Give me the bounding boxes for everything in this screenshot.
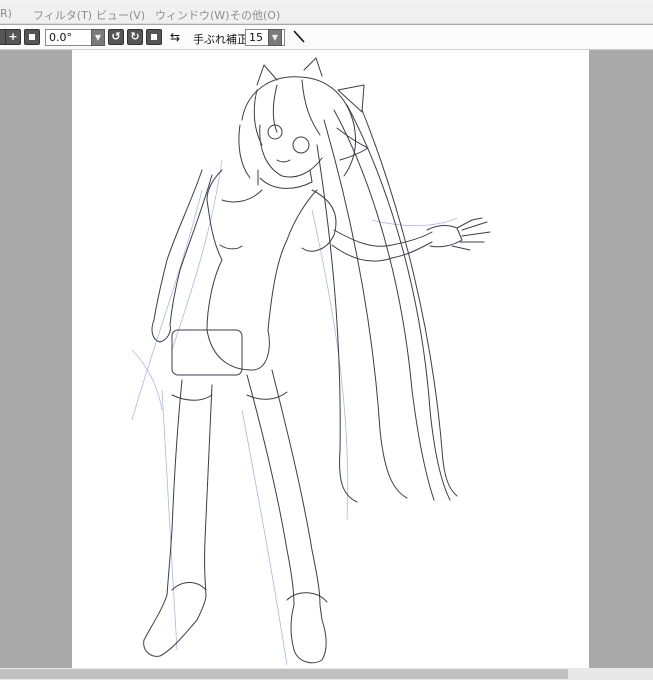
line-pen-icon[interactable] — [291, 29, 307, 45]
workspace-right-edge — [647, 50, 653, 668]
reset-rotation-button[interactable] — [146, 29, 162, 45]
square-icon — [29, 34, 35, 40]
rotation-dropdown-button[interactable]: ▼ — [91, 29, 105, 46]
drawing-canvas[interactable] — [72, 50, 589, 668]
horizontal-scrollbar-thumb[interactable] — [0, 669, 568, 679]
rotate-right-button[interactable]: ↻ — [127, 29, 143, 45]
toolbar: + 0.0° ▼ ↺ ↻ ⇆ 手ぶれ補正 15 ▼ — [0, 25, 653, 50]
square-icon — [151, 34, 157, 40]
menu-item-other[interactable]: その他(O) — [230, 7, 280, 23]
pencil-sketch-image — [131, 57, 491, 666]
menu-bar: R) フィルタ(T) ビュー(V) ウィンドウ(W) その他(O) — [0, 4, 653, 24]
chevron-down-icon: ▼ — [271, 33, 279, 42]
menu-item-view[interactable]: ビュー(V) — [96, 7, 145, 23]
horizontal-scrollbar[interactable] — [0, 668, 653, 680]
stabilizer-label: 手ぶれ補正 — [193, 33, 248, 46]
rotate-left-button[interactable]: ↺ — [108, 29, 124, 45]
rotate-left-icon: ↺ — [111, 30, 121, 43]
swap-arrows-icon[interactable]: ⇆ — [170, 30, 180, 44]
stabilizer-dropdown-button[interactable]: ▼ — [268, 29, 282, 46]
menu-item-window[interactable]: ウィンドウ(W) — [155, 7, 229, 23]
rotate-right-icon: ↻ — [130, 30, 140, 43]
menu-item-partial[interactable]: R) — [0, 7, 12, 20]
chevron-down-icon: ▼ — [94, 33, 102, 42]
stop-button[interactable] — [24, 29, 40, 45]
zoom-in-button[interactable]: + — [5, 29, 21, 45]
menu-item-filter[interactable]: フィルタ(T) — [33, 7, 92, 23]
plus-icon: + — [8, 30, 18, 43]
